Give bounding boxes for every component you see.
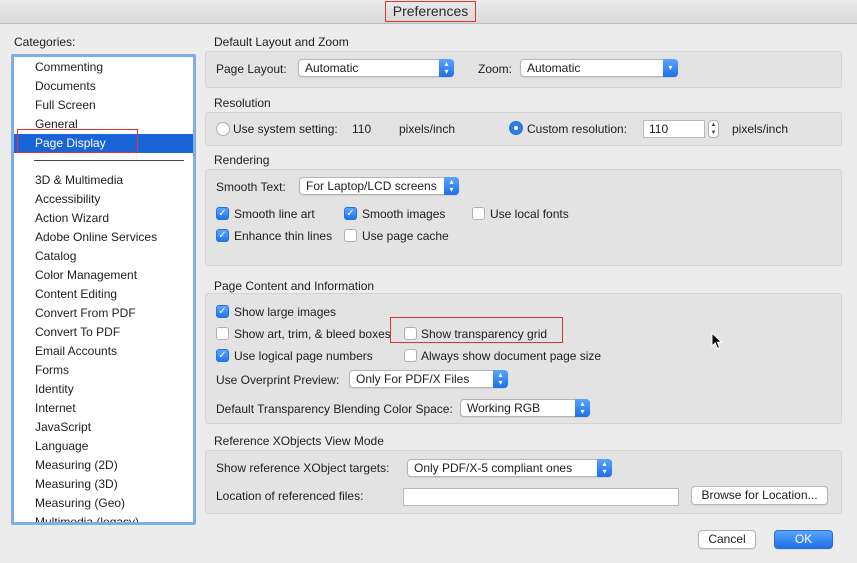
- always-show-doc-page-size-label: Always show document page size: [421, 349, 602, 363]
- cancel-button[interactable]: Cancel: [698, 530, 756, 549]
- use-system-radio[interactable]: [216, 122, 230, 136]
- selection-highlight-box: [17, 129, 138, 153]
- page-layout-value: Automatic: [305, 61, 359, 75]
- categories-list[interactable]: Commenting Documents Full Screen General…: [11, 54, 196, 525]
- use-logical-page-numbers-label: Use logical page numbers: [234, 349, 373, 363]
- zoom-select[interactable]: Automatic ▾: [520, 59, 678, 77]
- custom-resolution-input[interactable]: 110: [643, 120, 705, 138]
- select-arrow-icon: ▴ ▾: [493, 370, 508, 388]
- category-item[interactable]: Forms: [14, 361, 193, 380]
- custom-resolution-radio[interactable]: [509, 121, 523, 135]
- category-item[interactable]: Multimedia (legacy): [14, 513, 193, 522]
- show-art-trim-bleed-checkbox[interactable]: [216, 327, 229, 340]
- location-label: Location of referenced files:: [216, 489, 364, 503]
- show-large-images-checkbox[interactable]: ✓: [216, 305, 229, 318]
- category-item[interactable]: Internet: [14, 399, 193, 418]
- always-show-doc-page-size-checkbox[interactable]: [404, 349, 417, 362]
- section-title-rendering: Rendering: [214, 153, 270, 167]
- show-art-trim-bleed-label: Show art, trim, & bleed boxes: [234, 327, 391, 341]
- category-item[interactable]: Convert To PDF: [14, 323, 193, 342]
- section-title-page-content: Page Content and Information: [214, 279, 375, 293]
- custom-resolution-label: Custom resolution:: [527, 122, 628, 136]
- smooth-images-label: Smooth images: [362, 207, 446, 221]
- section-title-layout-zoom: Default Layout and Zoom: [214, 35, 349, 49]
- custom-resolution-unit: pixels/inch: [732, 122, 789, 136]
- use-local-fonts-label: Use local fonts: [490, 207, 569, 221]
- chevron-down-icon: ▾: [663, 59, 678, 77]
- use-logical-page-numbers-checkbox[interactable]: ✓: [216, 349, 229, 362]
- category-item[interactable]: JavaScript: [14, 418, 193, 437]
- select-arrow-icon: ▴ ▾: [444, 177, 459, 195]
- system-resolution-value: 110: [352, 122, 372, 136]
- smooth-text-label: Smooth Text:: [216, 180, 286, 194]
- select-arrow-icon: ▴ ▾: [575, 399, 590, 417]
- ok-button[interactable]: OK: [774, 530, 833, 549]
- page-layout-label: Page Layout:: [216, 62, 287, 76]
- use-system-label: Use system setting:: [233, 122, 338, 136]
- category-item[interactable]: Color Management: [14, 266, 193, 285]
- categories-label: Categories:: [14, 35, 76, 49]
- show-large-images-label: Show large images: [234, 305, 337, 319]
- smooth-line-art-checkbox[interactable]: ✓: [216, 207, 229, 220]
- resolution-stepper[interactable]: ▲ ▼: [708, 120, 719, 138]
- show-targets-value: Only PDF/X-5 compliant ones: [414, 461, 573, 475]
- category-item[interactable]: Identity: [14, 380, 193, 399]
- category-divider: [34, 160, 184, 161]
- mouse-cursor-icon: [711, 332, 723, 350]
- resolution-panel: Use system setting: 110 pixels/inch Cust…: [205, 112, 842, 146]
- show-targets-select[interactable]: Only PDF/X-5 compliant ones ▴ ▾: [407, 459, 612, 477]
- category-item[interactable]: Content Editing: [14, 285, 193, 304]
- overprint-select[interactable]: Only For PDF/X Files ▴ ▾: [349, 370, 508, 388]
- category-item[interactable]: Measuring (Geo): [14, 494, 193, 513]
- location-input[interactable]: [403, 488, 679, 506]
- category-item[interactable]: Language: [14, 437, 193, 456]
- category-item[interactable]: Measuring (3D): [14, 475, 193, 494]
- category-item[interactable]: 3D & Multimedia: [14, 171, 193, 190]
- blending-label: Default Transparency Blending Color Spac…: [216, 402, 453, 416]
- use-page-cache-label: Use page cache: [362, 229, 449, 243]
- blending-select[interactable]: Working RGB ▴ ▾: [460, 399, 590, 417]
- use-page-cache-checkbox[interactable]: [344, 229, 357, 242]
- select-arrow-icon: ▴ ▾: [439, 59, 454, 77]
- category-item[interactable]: Convert From PDF: [14, 304, 193, 323]
- category-item[interactable]: Accessibility: [14, 190, 193, 209]
- overprint-value: Only For PDF/X Files: [356, 372, 470, 386]
- rendering-panel: Smooth Text: For Laptop/LCD screens ▴ ▾ ✓…: [205, 169, 842, 266]
- window-title: Preferences: [385, 1, 476, 22]
- smooth-text-select[interactable]: For Laptop/LCD screens ▴ ▾: [299, 177, 459, 195]
- category-item[interactable]: Documents: [14, 77, 193, 96]
- xobjects-panel: Show reference XObject targets: Only PDF…: [205, 450, 842, 514]
- category-item[interactable]: Commenting: [14, 58, 193, 77]
- blending-value: Working RGB: [467, 401, 541, 415]
- category-item[interactable]: Catalog: [14, 247, 193, 266]
- title-bar: Preferences: [0, 0, 857, 24]
- overprint-label: Use Overprint Preview:: [216, 373, 340, 387]
- category-item[interactable]: Email Accounts: [14, 342, 193, 361]
- zoom-label: Zoom:: [478, 62, 513, 76]
- zoom-value: Automatic: [527, 61, 581, 75]
- select-arrow-icon: ▴ ▾: [597, 459, 612, 477]
- category-item[interactable]: Full Screen: [14, 96, 193, 115]
- use-local-fonts-checkbox[interactable]: [472, 207, 485, 220]
- enhance-thin-lines-checkbox[interactable]: ✓: [216, 229, 229, 242]
- browse-location-button[interactable]: Browse for Location...: [691, 486, 828, 505]
- smooth-images-checkbox[interactable]: ✓: [344, 207, 357, 220]
- section-title-xobjects: Reference XObjects View Mode: [214, 434, 384, 448]
- layout-zoom-panel: Page Layout: Automatic ▴ ▾ Zoom: Automati…: [205, 51, 842, 88]
- category-item[interactable]: Action Wizard: [14, 209, 193, 228]
- smooth-text-value: For Laptop/LCD screens: [306, 179, 437, 193]
- category-item[interactable]: Measuring (2D): [14, 456, 193, 475]
- section-title-resolution: Resolution: [214, 96, 271, 110]
- category-item[interactable]: Adobe Online Services: [14, 228, 193, 247]
- show-targets-label: Show reference XObject targets:: [216, 461, 390, 475]
- system-resolution-unit: pixels/inch: [399, 122, 456, 136]
- enhance-thin-lines-label: Enhance thin lines: [234, 229, 333, 243]
- page-content-panel: ✓ Show large images Show art, trim, & bl…: [205, 293, 842, 424]
- page-layout-select[interactable]: Automatic ▴ ▾: [298, 59, 454, 77]
- transparency-grid-highlight-box: [390, 317, 563, 343]
- smooth-line-art-label: Smooth line art: [234, 207, 315, 221]
